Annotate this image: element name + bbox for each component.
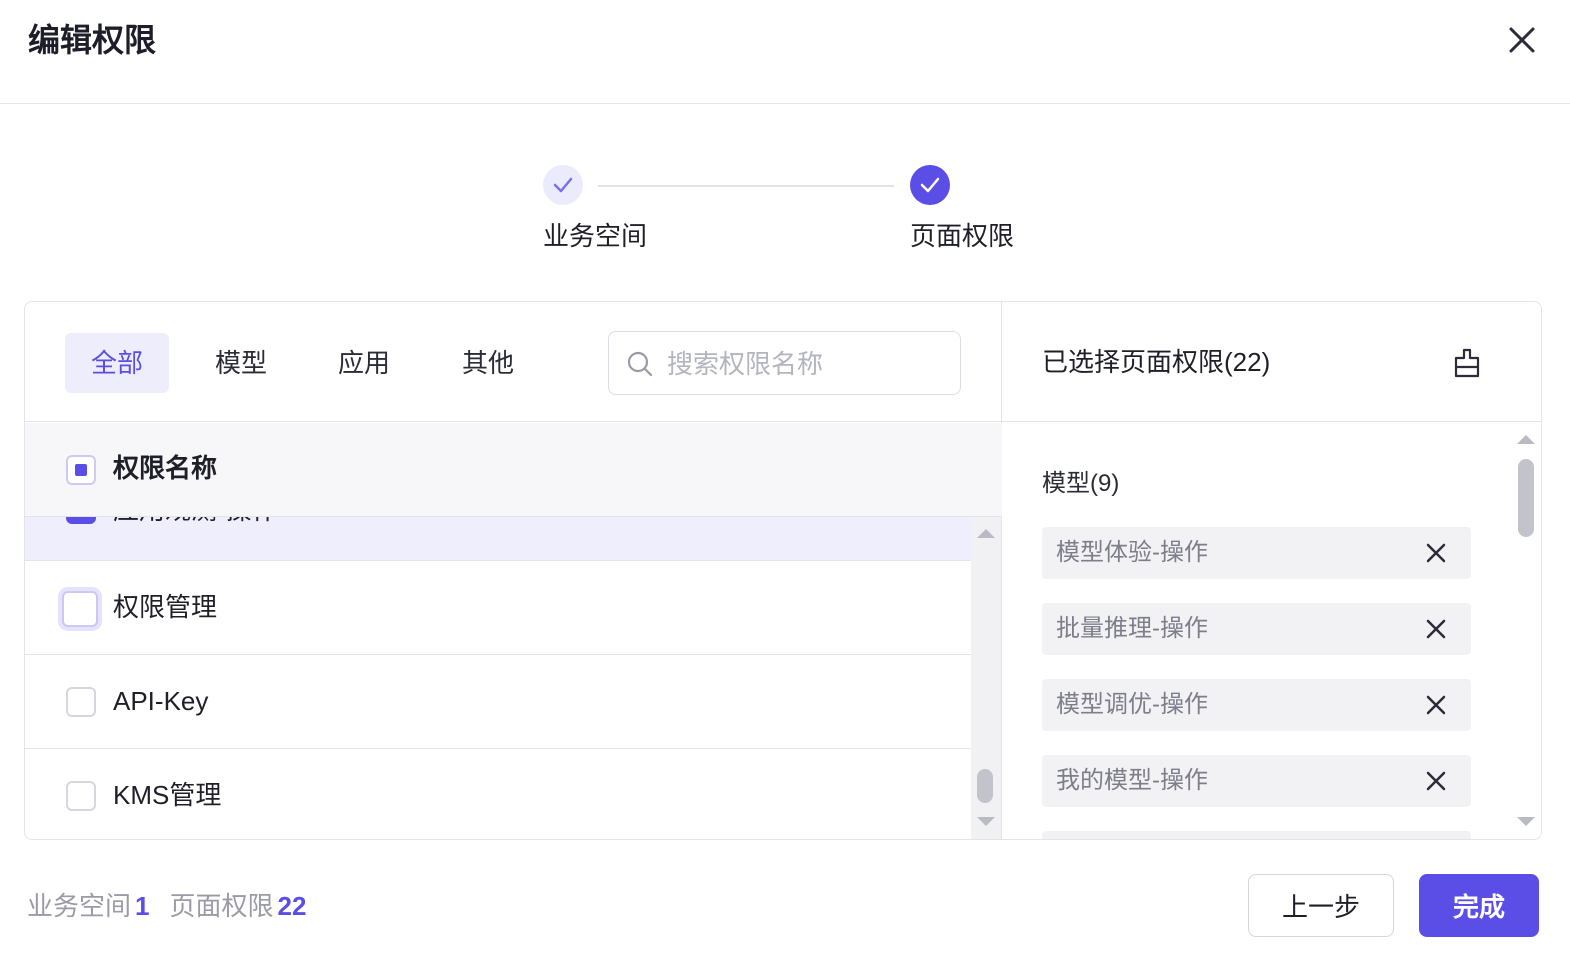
group-title: 模型(9) (1042, 470, 1120, 497)
done-button[interactable]: 完成 (1419, 874, 1539, 937)
selected-panel-title: 已选择页面权限(22) (1042, 347, 1271, 377)
step-2-label: 页面权限 (910, 221, 1015, 251)
clear-icon[interactable] (1450, 346, 1484, 380)
scroll-up-icon[interactable] (977, 529, 995, 538)
tab-model[interactable]: 模型 (189, 333, 293, 393)
chip-label: 批量推理-操作 (1056, 615, 1208, 642)
page-perm-count-label: 页面权限 (169, 891, 274, 921)
row-label: 权限管理 (113, 592, 218, 622)
selected-panel-header: 已选择页面权限(22) (1002, 302, 1541, 422)
table-row[interactable]: KMS管理 (25, 749, 971, 839)
close-icon[interactable] (1500, 18, 1544, 62)
search-icon (627, 351, 653, 377)
workspace-count-label: 业务空间 (27, 891, 132, 921)
row-checkbox[interactable] (66, 687, 96, 717)
prev-step-button[interactable]: 上一步 (1248, 874, 1394, 937)
tab-all[interactable]: 全部 (65, 333, 170, 393)
row-checkbox[interactable] (62, 591, 98, 627)
row-checkbox[interactable] (66, 781, 96, 811)
scrollbar-thumb[interactable] (977, 769, 993, 803)
scroll-up-icon[interactable] (1517, 435, 1535, 444)
selected-panel: 已选择页面权限(22) 模型(9) 模型体验-操作 批量推理-操作 模型调优-操… (1002, 302, 1541, 839)
dialog-header: 编辑权限 (0, 0, 1570, 104)
check-icon (68, 517, 94, 522)
step-1-label: 业务空间 (543, 221, 648, 251)
scrollbar-thumb[interactable] (1518, 459, 1534, 537)
workspace-count: 1 (135, 891, 150, 921)
step-connector (598, 185, 894, 187)
table-row[interactable]: 应用观测-操作 (25, 517, 971, 561)
search-input[interactable] (667, 342, 947, 386)
permission-rows: 应用观测-操作 权限管理 API-Key KMS管理 (25, 517, 971, 839)
footer-stats: 业务空间 1 页面权限 22 (27, 888, 326, 924)
selected-chip: 批量推理-操作 (1042, 603, 1471, 655)
page-perm-count: 22 (277, 891, 307, 921)
selected-chip: 模型体验-操作 (1042, 527, 1471, 579)
table-header: 权限名称 (25, 423, 1002, 517)
remove-icon[interactable] (1422, 691, 1450, 719)
chip-label: 模型体验-操作 (1056, 539, 1208, 566)
column-header-name: 权限名称 (113, 453, 218, 483)
transfer-panel: 全部 模型 应用 其他 权限名称 (24, 301, 1542, 840)
step-1-dot (543, 165, 583, 205)
remove-icon[interactable] (1422, 615, 1450, 643)
selected-chip-partial (1042, 831, 1471, 839)
permission-list-panel: 全部 模型 应用 其他 权限名称 (25, 302, 1002, 839)
chip-label: 模型调优-操作 (1056, 691, 1208, 718)
row-label: KMS管理 (113, 780, 222, 810)
check-icon (553, 177, 573, 193)
selected-chip: 我的模型-操作 (1042, 755, 1471, 807)
row-label: API-Key (113, 686, 209, 716)
tab-other[interactable]: 其他 (436, 333, 540, 393)
select-all-checkbox[interactable] (66, 455, 96, 485)
row-label: 应用观测-操作 (113, 517, 278, 528)
list-scrollbar[interactable] (971, 517, 1001, 839)
table-row[interactable]: API-Key (25, 655, 971, 749)
selected-list: 模型(9) 模型体验-操作 批量推理-操作 模型调优-操作 我的模型-操作 (1002, 423, 1541, 839)
scroll-down-icon[interactable] (1517, 817, 1535, 826)
row-checkbox[interactable] (66, 517, 96, 524)
table-row[interactable]: 权限管理 (25, 561, 971, 655)
remove-icon[interactable] (1422, 539, 1450, 567)
filter-tabs: 全部 模型 应用 其他 (25, 302, 1002, 422)
chip-label: 我的模型-操作 (1056, 767, 1208, 794)
scroll-down-icon[interactable] (977, 817, 995, 826)
check-icon (920, 177, 940, 193)
step-2-dot (910, 165, 950, 205)
stepper: 业务空间 页面权限 (0, 160, 1570, 270)
selected-scrollbar[interactable] (1505, 423, 1541, 839)
dialog-title: 编辑权限 (28, 22, 157, 58)
search-box (608, 331, 961, 395)
selected-chip: 模型调优-操作 (1042, 679, 1471, 731)
remove-icon[interactable] (1422, 767, 1450, 795)
tab-app[interactable]: 应用 (312, 333, 416, 393)
